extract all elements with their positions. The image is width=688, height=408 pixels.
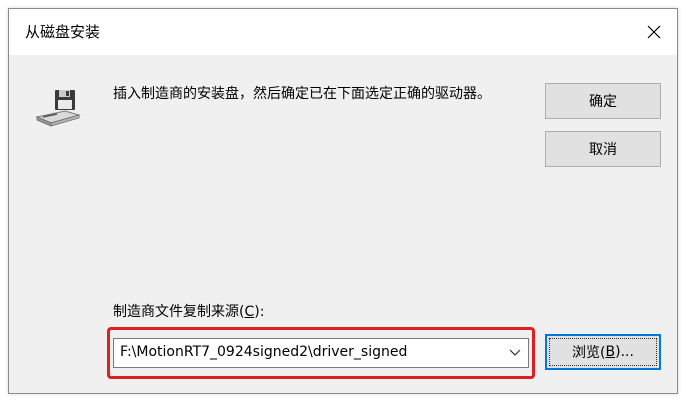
browse-label: 浏览(B)... [549, 338, 657, 366]
install-from-disk-dialog: 从磁盘安装 插入制造商的安装盘，然后确定已在下面选定正确的驱动器。 确定 取消 … [8, 8, 678, 394]
close-icon [647, 25, 661, 39]
browse-button[interactable]: 浏览(B)... [545, 334, 661, 370]
cancel-button[interactable]: 取消 [545, 131, 661, 167]
browse-label-mnemonic: B [605, 344, 616, 360]
floppy-disk-drive-icon [35, 90, 81, 127]
source-label: 制造商文件复制来源(C): [113, 301, 264, 321]
chevron-down-icon [509, 349, 521, 356]
browse-label-suffix: )... [615, 344, 634, 360]
source-label-mnemonic: C [244, 304, 255, 320]
dropdown-button[interactable] [502, 339, 528, 367]
source-label-suffix: ): [254, 304, 265, 320]
source-label-prefix: 制造商文件复制来源( [113, 304, 245, 320]
instruction-text: 插入制造商的安装盘，然后确定已在下面选定正确的驱动器。 [113, 86, 491, 102]
source-path-value[interactable]: F:\MotionRT7_0924signed2\driver_signed [120, 344, 407, 360]
browse-label-prefix: 浏览( [572, 345, 606, 361]
ok-button[interactable]: 确定 [545, 83, 661, 119]
close-button[interactable] [631, 9, 677, 55]
source-path-combobox[interactable]: F:\MotionRT7_0924signed2\driver_signed [113, 338, 529, 368]
window-title: 从磁盘安装 [25, 23, 101, 41]
title-bar: 从磁盘安装 [9, 9, 677, 55]
